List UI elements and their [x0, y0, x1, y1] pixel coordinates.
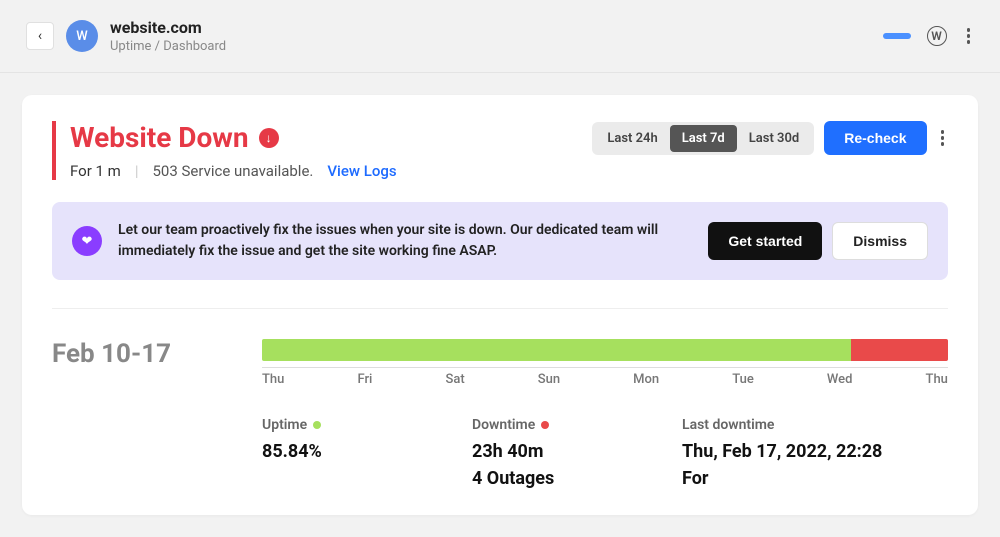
status-block: Website Down ↓ For 1 m | 503 Service una… — [52, 121, 397, 180]
uptime-bar — [262, 339, 948, 361]
header-actions: W — [883, 24, 975, 48]
status-title: Website Down ↓ — [70, 121, 397, 154]
stat-label: Last downtime — [682, 417, 882, 433]
stat-downtime: Downtime 23h 40m 4 Outages — [472, 417, 612, 489]
chart-date-range: Feb 10-17 — [52, 339, 222, 369]
axis-label: Tue — [732, 372, 754, 387]
chevron-left-icon: ‹ — [38, 28, 42, 44]
dismiss-button[interactable]: Dismiss — [832, 222, 928, 260]
more-menu[interactable] — [963, 24, 975, 48]
status-pill-icon — [883, 33, 911, 39]
controls: Last 24h Last 7d Last 30d Re-check — [592, 121, 948, 155]
card-more-menu[interactable] — [937, 126, 949, 150]
back-button[interactable]: ‹ — [26, 22, 54, 50]
banner-actions: Get started Dismiss — [708, 222, 928, 260]
status-dot-green-icon — [313, 421, 321, 429]
stat-label: Uptime — [262, 417, 402, 433]
promo-banner: ❤ Let our team proactively fix the issue… — [52, 202, 948, 280]
divider-line — [52, 308, 948, 309]
dashboard-card: Website Down ↓ For 1 m | 503 Service una… — [22, 95, 978, 515]
get-started-button[interactable]: Get started — [708, 222, 822, 260]
stat-uptime-value: 85.84% — [262, 441, 402, 462]
view-logs-link[interactable]: View Logs — [327, 162, 396, 180]
axis-label: Wed — [827, 372, 853, 387]
stat-downtime-value: 23h 40m — [472, 441, 612, 462]
banner-text: Let our team proactively fix the issues … — [118, 220, 692, 262]
range-group: Last 24h Last 7d Last 30d — [592, 122, 814, 155]
status-dot-red-icon — [541, 421, 549, 429]
app-header: ‹ W website.com Uptime / Dashboard W — [0, 0, 1000, 73]
site-title: website.com — [110, 18, 871, 37]
down-arrow-icon: ↓ — [259, 128, 279, 148]
range-7d[interactable]: Last 7d — [670, 125, 737, 152]
bar-segment-down — [851, 339, 948, 361]
axis-label: Thu — [262, 372, 284, 387]
stat-outages-value: 4 Outages — [472, 468, 612, 489]
stat-last-downtime-value: Thu, Feb 17, 2022, 22:28 — [682, 441, 882, 462]
axis-label: Mon — [633, 372, 659, 387]
heartbeat-icon: ❤ — [72, 226, 102, 256]
wordpress-icon[interactable]: W — [927, 26, 947, 46]
status-row: Website Down ↓ For 1 m | 503 Service una… — [52, 121, 948, 180]
axis-label: Thu — [926, 372, 948, 387]
site-avatar: W — [66, 20, 98, 52]
status-error-message: 503 Service unavailable. — [152, 162, 313, 180]
axis-label: Sun — [538, 372, 560, 387]
chart-axis: Thu Fri Sat Sun Mon Tue Wed Thu — [262, 367, 948, 387]
range-24h[interactable]: Last 24h — [595, 125, 669, 152]
status-subline: For 1 m | 503 Service unavailable. View … — [70, 162, 397, 180]
chart-body: Thu Fri Sat Sun Mon Tue Wed Thu Uptime 8… — [262, 339, 948, 489]
stat-last-downtime-for: For — [682, 468, 882, 489]
stats-row: Uptime 85.84% Downtime 23h 40m 4 Outages… — [262, 417, 948, 489]
stat-uptime: Uptime 85.84% — [262, 417, 402, 489]
stat-last-downtime: Last downtime Thu, Feb 17, 2022, 22:28 F… — [682, 417, 882, 489]
status-duration: For 1 m — [70, 162, 121, 180]
status-heading: Website Down — [70, 121, 249, 154]
axis-label: Sat — [445, 372, 464, 387]
stat-label: Downtime — [472, 417, 612, 433]
chart-section: Feb 10-17 Thu Fri Sat Sun Mon Tue Wed Th… — [52, 339, 948, 489]
divider: | — [135, 162, 139, 180]
range-30d[interactable]: Last 30d — [737, 125, 811, 152]
axis-label: Fri — [357, 372, 372, 387]
bar-segment-up — [262, 339, 851, 361]
recheck-button[interactable]: Re-check — [824, 121, 926, 155]
header-titles: website.com Uptime / Dashboard — [110, 18, 871, 54]
breadcrumb: Uptime / Dashboard — [110, 39, 871, 54]
